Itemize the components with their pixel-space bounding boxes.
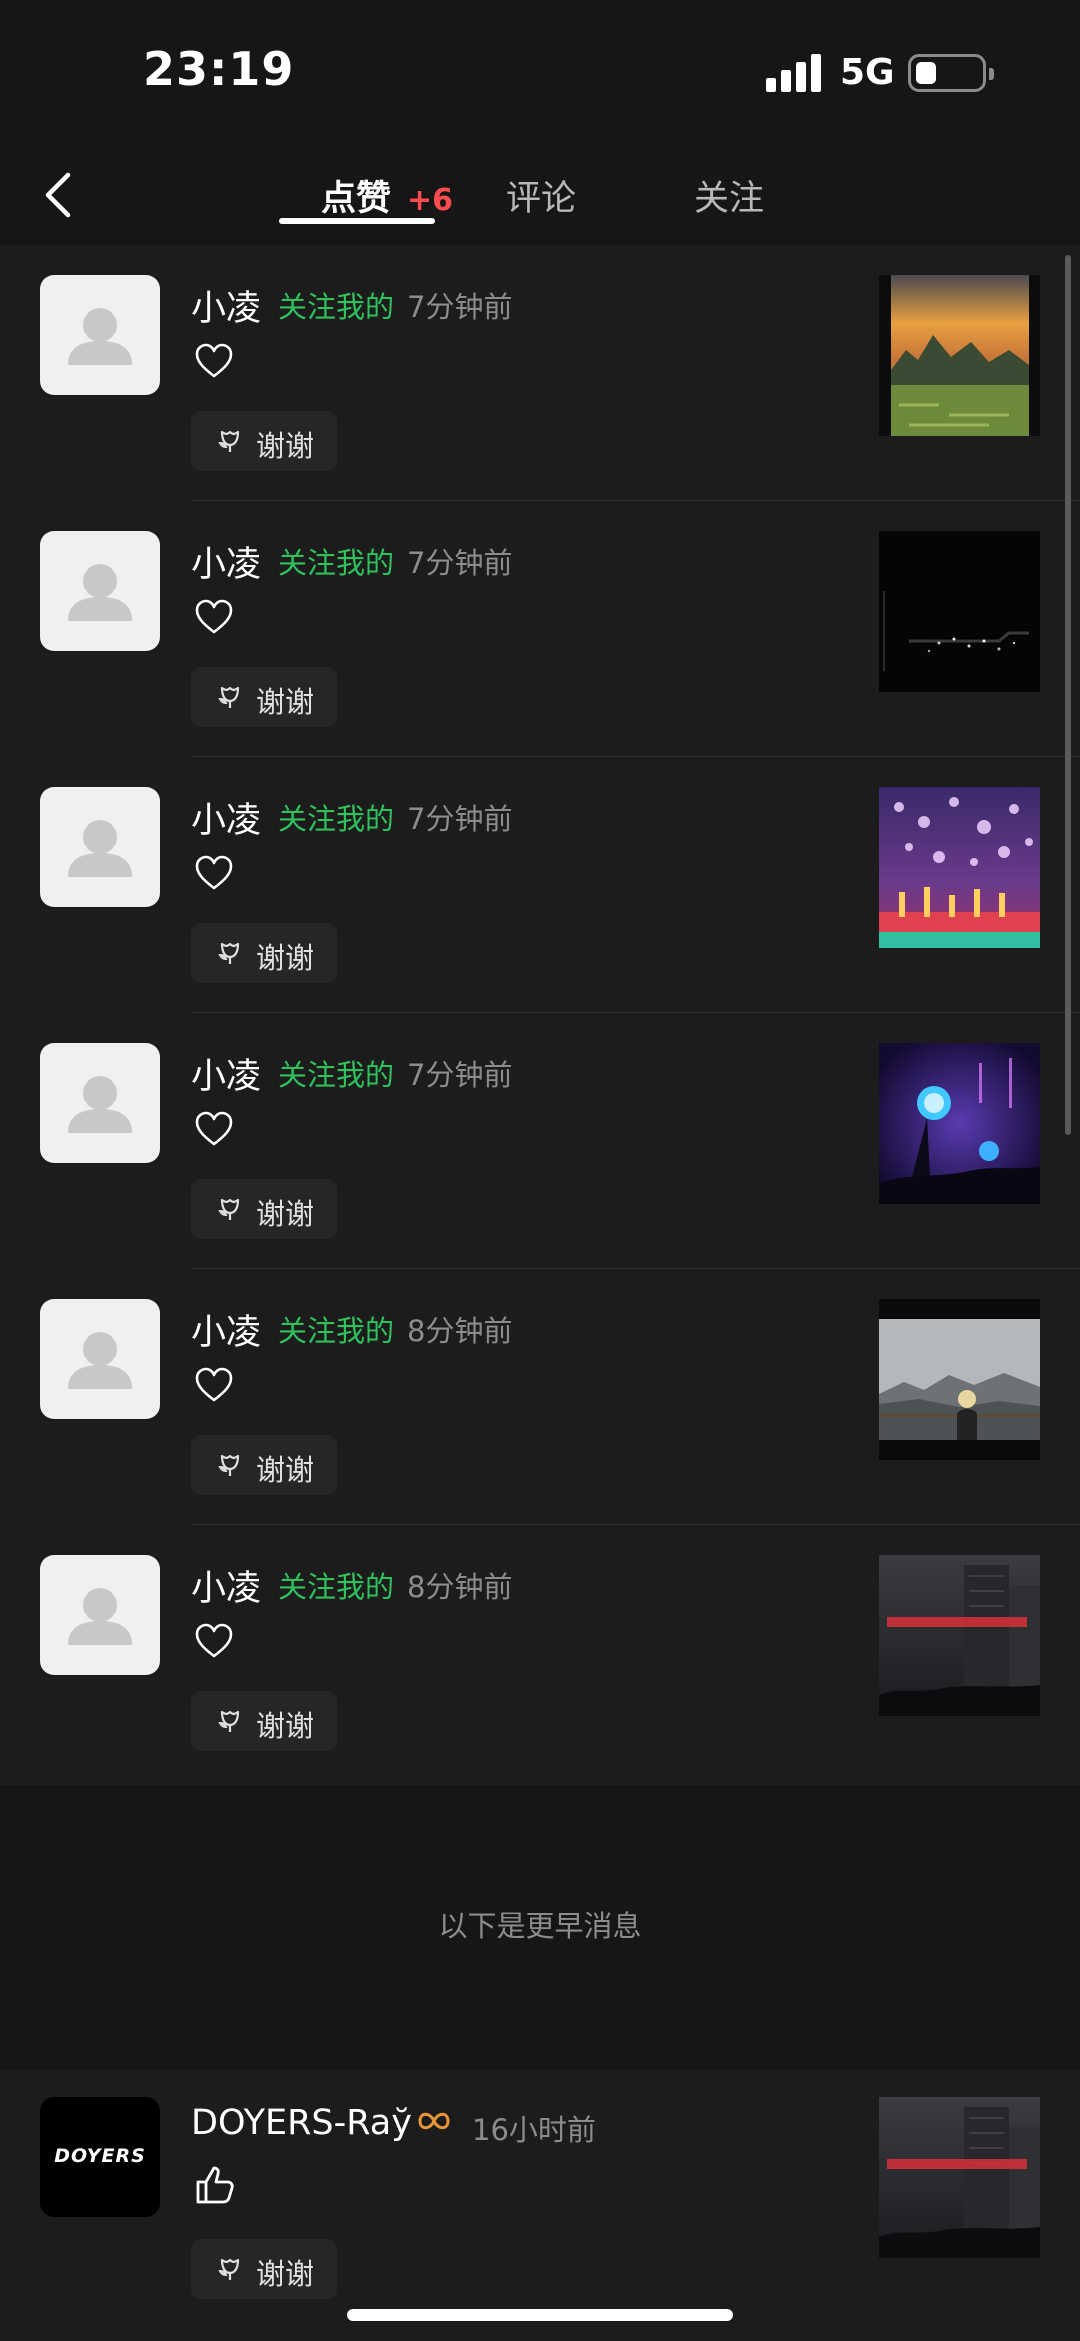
avatar[interactable]: DOYERS <box>40 2097 160 2217</box>
thanks-label: 谢谢 <box>256 1453 315 1487</box>
relation-tag: 关注我的 <box>278 1314 395 1348</box>
relation-tag: 关注我的 <box>278 802 395 836</box>
post-thumbnail[interactable] <box>879 787 1040 948</box>
user-name[interactable]: 小凌 <box>191 1048 261 1099</box>
earlier-label: 以下是更早消息 <box>438 1909 642 1943</box>
relation-tag: 关注我的 <box>278 546 395 580</box>
network-type: 5G <box>840 52 895 93</box>
active-tab-indicator <box>279 218 435 224</box>
thanks-label: 谢谢 <box>256 1197 315 1231</box>
heart-icon <box>194 1623 234 1659</box>
earlier-separator: 以下是更早消息 <box>0 1785 1080 2070</box>
user-name[interactable]: 小凌 <box>191 536 261 587</box>
list-item[interactable]: 小凌 关注我的 8分钟前谢谢 <box>0 1269 1080 1525</box>
heart-icon <box>194 1367 234 1403</box>
flower-icon <box>218 686 240 708</box>
time-ago: 7分钟前 <box>407 290 513 324</box>
thanks-label: 谢谢 <box>256 1709 315 1743</box>
thanks-button[interactable]: 谢谢 <box>191 667 337 727</box>
avatar-logo-text: DOYERS <box>54 2145 146 2167</box>
default-avatar-icon <box>68 1332 132 1389</box>
thanks-button[interactable]: 谢谢 <box>191 2239 337 2299</box>
user-name[interactable]: 小凌 <box>191 1560 261 1611</box>
battery-icon <box>908 54 994 92</box>
notification-list: 小凌 关注我的 7分钟前 谢谢 小凌 关注我的 7分钟前 谢谢 小凌 关注我的 7分钟前 谢谢 小凌 关注… <box>0 245 1080 1785</box>
time-ago: 7分钟前 <box>407 1058 513 1092</box>
flower-icon <box>218 1454 240 1476</box>
default-avatar-icon <box>68 564 132 621</box>
post-thumbnail[interactable] <box>879 2097 1040 2258</box>
time-ago: 7分钟前 <box>407 802 513 836</box>
thanks-label: 谢谢 <box>256 2257 315 2291</box>
heart-icon <box>194 343 234 379</box>
user-name[interactable]: 小凌 <box>191 792 261 843</box>
tab-follows[interactable]: 关注 <box>694 170 764 221</box>
scrollbar[interactable] <box>1065 255 1071 1135</box>
user-name[interactable]: DOYERS-Raў <box>191 2103 452 2143</box>
home-indicator[interactable] <box>347 2309 733 2321</box>
default-avatar-icon <box>68 1076 132 1133</box>
tab-likes-label: 点赞 <box>321 179 392 219</box>
post-thumbnail[interactable] <box>879 531 1040 692</box>
time-ago: 8分钟前 <box>407 1314 513 1348</box>
list-item[interactable]: 小凌 关注我的 7分钟前谢谢 <box>0 245 1080 501</box>
chevron-left-icon <box>45 172 71 218</box>
thumbs-up-icon <box>194 2162 238 2206</box>
post-thumbnail[interactable] <box>879 1299 1040 1460</box>
thanks-button[interactable]: 谢谢 <box>191 1691 337 1751</box>
avatar[interactable] <box>40 531 160 651</box>
heart-icon <box>194 599 234 635</box>
relation-tag: 关注我的 <box>278 1570 395 1604</box>
flower-icon <box>218 942 240 964</box>
thanks-label: 谢谢 <box>256 941 315 975</box>
list-item[interactable]: 小凌 关注我的 7分钟前谢谢 <box>0 757 1080 1013</box>
tab-likes-badge: +6 <box>407 183 454 218</box>
thanks-button[interactable]: 谢谢 <box>191 1435 337 1495</box>
list-item[interactable]: 小凌 关注我的 7分钟前谢谢 <box>0 1013 1080 1269</box>
status-time: 23:19 <box>143 42 295 96</box>
time-ago: 8分钟前 <box>407 1570 513 1604</box>
avatar[interactable] <box>40 1043 160 1163</box>
relation-tag: 关注我的 <box>278 1058 395 1092</box>
avatar[interactable] <box>40 787 160 907</box>
list-item[interactable]: 小凌 关注我的 7分钟前谢谢 <box>0 501 1080 757</box>
relation-tag: 关注我的 <box>278 290 395 324</box>
thanks-label: 谢谢 <box>256 429 315 463</box>
signal-icon <box>766 52 824 92</box>
status-bar: 23:19 5G <box>0 0 1080 140</box>
back-button[interactable] <box>40 170 80 220</box>
post-thumbnail[interactable] <box>879 1555 1040 1716</box>
time-ago: 16小时前 <box>472 2113 596 2147</box>
tab-comments[interactable]: 评论 <box>506 170 576 221</box>
flower-icon <box>218 1198 240 1220</box>
flower-icon <box>218 2258 240 2280</box>
top-nav: 点赞 +6 评论 关注 <box>0 140 1080 245</box>
user-name[interactable]: 小凌 <box>191 1304 261 1355</box>
heart-icon <box>194 1111 234 1147</box>
list-item[interactable]: 小凌 关注我的 8分钟前谢谢 <box>0 1525 1080 1781</box>
default-avatar-icon <box>68 308 132 365</box>
default-avatar-icon <box>68 820 132 877</box>
thanks-button[interactable]: 谢谢 <box>191 923 337 983</box>
tab-likes[interactable]: 点赞 +6 <box>321 170 453 221</box>
thanks-button[interactable]: 谢谢 <box>191 411 337 471</box>
flower-icon <box>218 1710 240 1732</box>
default-avatar-icon <box>68 1588 132 1645</box>
avatar[interactable] <box>40 1555 160 1675</box>
heart-icon <box>194 855 234 891</box>
list-item[interactable]: DOYERS DOYERS-Raў 16小时前 谢谢 <box>0 2070 1080 2341</box>
avatar[interactable] <box>40 275 160 395</box>
post-thumbnail[interactable] <box>879 275 1040 436</box>
time-ago: 7分钟前 <box>407 546 513 580</box>
infinity-badge-icon <box>418 2112 450 2130</box>
flower-icon <box>218 430 240 452</box>
thanks-button[interactable]: 谢谢 <box>191 1179 337 1239</box>
thanks-label: 谢谢 <box>256 685 315 719</box>
avatar[interactable] <box>40 1299 160 1419</box>
user-name[interactable]: 小凌 <box>191 280 261 331</box>
post-thumbnail[interactable] <box>879 1043 1040 1204</box>
